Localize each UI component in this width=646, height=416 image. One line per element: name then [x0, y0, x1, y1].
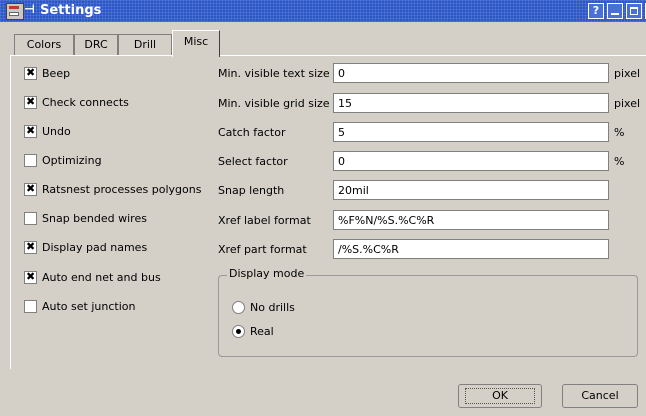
tab-misc[interactable]: Misc [172, 30, 220, 57]
undo-checkbox[interactable] [24, 124, 37, 138]
display-pad-names-label: Display pad names [42, 241, 148, 254]
min-grid-size-input[interactable] [333, 93, 609, 113]
tab-drill[interactable]: Drill [118, 34, 172, 56]
display-mode-group [218, 275, 638, 357]
beep-checkbox[interactable] [24, 66, 37, 80]
undo-label: Undo [42, 125, 71, 138]
check-connects-label: Check connects [42, 96, 129, 109]
auto-end-net-checkbox[interactable] [24, 270, 37, 284]
display-mode-title: Display mode [227, 267, 307, 280]
min-text-size-unit: pixel [614, 67, 641, 80]
min-grid-size-label: Min. visible grid size [218, 97, 330, 110]
display-pad-names-checkbox[interactable] [24, 240, 37, 254]
real-radio[interactable] [232, 325, 245, 338]
xref-label-format-input[interactable] [333, 210, 609, 230]
beep-label: Beep [42, 67, 71, 80]
optimizing-checkbox[interactable] [24, 154, 37, 167]
auto-end-net-label: Auto end net and bus [42, 271, 161, 284]
tab-colors[interactable]: Colors [14, 34, 74, 56]
auto-set-junction-checkbox[interactable] [24, 300, 37, 313]
no-drills-label: No drills [250, 301, 295, 314]
snap-length-input[interactable] [333, 180, 609, 200]
pin-icon[interactable]: ⊣ [24, 2, 35, 16]
check-connects-checkbox[interactable] [24, 95, 37, 109]
ratsnest-polygons-checkbox[interactable] [24, 182, 37, 196]
min-text-size-input[interactable] [333, 63, 609, 83]
tab-drc[interactable]: DRC [74, 34, 118, 56]
minimize-button[interactable] [607, 3, 623, 19]
snap-bended-wires-label: Snap bended wires [42, 212, 147, 225]
cancel-button[interactable]: Cancel [562, 384, 638, 408]
catch-factor-input[interactable] [333, 122, 609, 142]
real-label: Real [250, 325, 274, 338]
title-bar[interactable]: ⊣ Settings ? × [0, 0, 646, 22]
min-text-size-label: Min. visible text size [218, 67, 330, 80]
xref-label-format-label: Xref label format [218, 214, 311, 227]
catch-factor-unit: % [614, 126, 625, 139]
auto-set-junction-label: Auto set junction [42, 300, 136, 313]
help-button[interactable]: ? [588, 3, 604, 19]
optimizing-label: Optimizing [42, 154, 102, 167]
min-grid-size-unit: pixel [614, 97, 641, 110]
maximize-button[interactable] [626, 3, 642, 19]
app-icon [6, 3, 24, 20]
window-title: Settings [40, 3, 102, 18]
ok-button[interactable]: OK [458, 384, 542, 408]
xref-part-format-label: Xref part format [218, 243, 307, 256]
select-factor-unit: % [614, 155, 625, 168]
catch-factor-label: Catch factor [218, 126, 286, 139]
snap-length-label: Snap length [218, 184, 285, 197]
xref-part-format-input[interactable] [333, 239, 609, 259]
select-factor-input[interactable] [333, 151, 609, 171]
no-drills-radio[interactable] [232, 301, 245, 314]
snap-bended-wires-checkbox[interactable] [24, 212, 37, 225]
select-factor-label: Select factor [218, 155, 288, 168]
ratsnest-polygons-label: Ratsnest processes polygons [42, 183, 202, 196]
